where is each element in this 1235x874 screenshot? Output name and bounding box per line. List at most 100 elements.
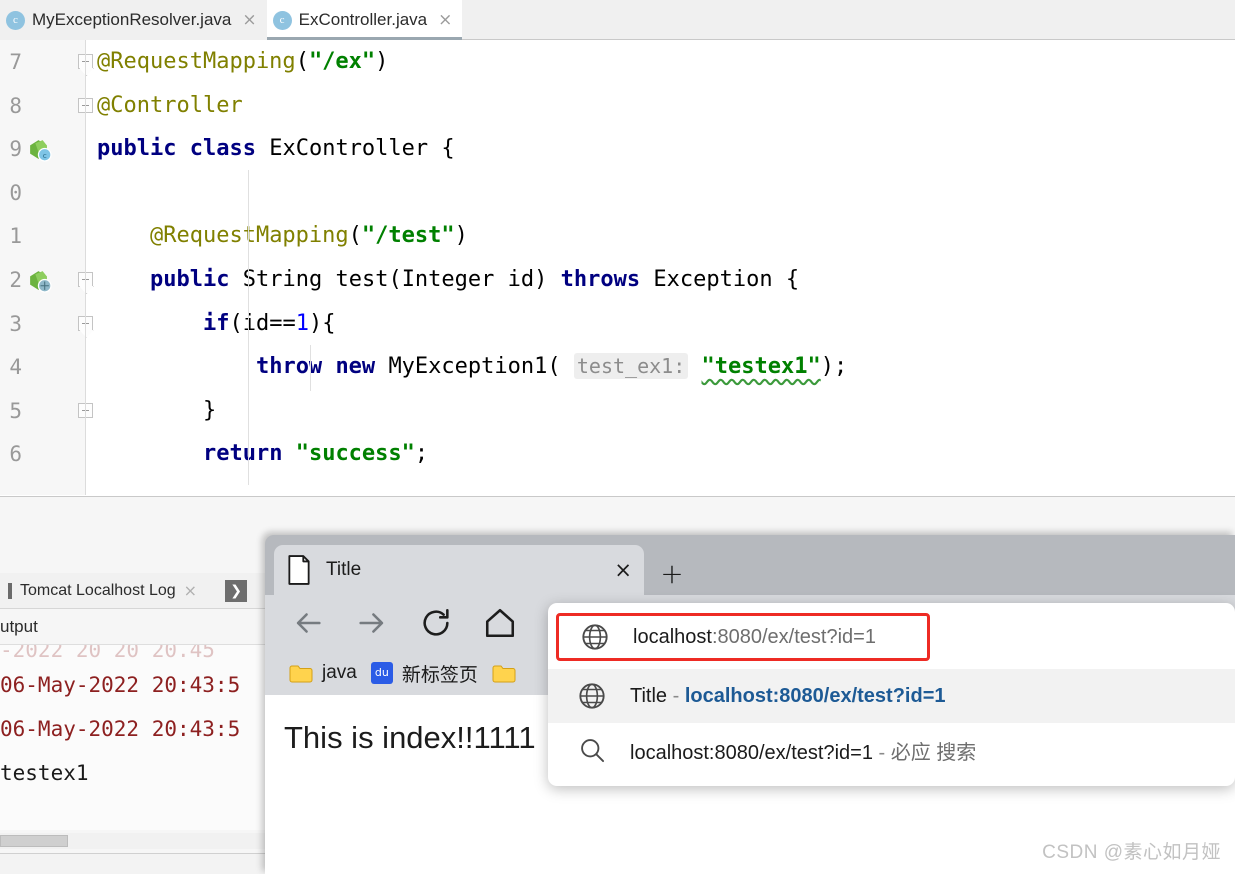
type-token: Exception: [653, 266, 773, 292]
suggestion-row-search[interactable]: localhost:8080/ex/test?id=1 - 必应 搜索: [548, 723, 1235, 777]
address-value-host: localhost: [633, 625, 712, 648]
new-tab-button[interactable]: +: [654, 557, 690, 593]
address-value-path: :8080/ex/test?id=1: [711, 625, 876, 648]
brace-token: }: [202, 397, 217, 423]
brace-token: {: [441, 136, 455, 162]
gutter-row: 0: [0, 171, 85, 215]
gutter-row: 7: [0, 40, 93, 84]
keyword-token: return: [202, 441, 283, 467]
editor-tab-myexceptionresolver[interactable]: c MyExceptionResolver.java ×: [0, 0, 267, 40]
spring-bean-icon[interactable]: c: [27, 137, 52, 162]
log-tab-tomcat-localhost-log[interactable]: Tomcat Localhost Log ×: [0, 581, 205, 600]
log-output-label: utput: [0, 616, 38, 636]
globe-icon: [582, 624, 608, 650]
log-tab-label: Tomcat Localhost Log: [20, 581, 176, 599]
reload-icon[interactable]: [419, 606, 453, 640]
suggestion-url: localhost:8080/ex/test?id=1: [684, 684, 946, 707]
code-editor[interactable]: 7 8 9 c 0 1 2 3 4 5 6 @RequestMapping("/…: [0, 40, 1235, 495]
page-icon: [288, 555, 310, 585]
editor-tab-excontroller[interactable]: c ExController.java ×: [266, 0, 463, 40]
type-token: String: [242, 266, 323, 292]
back-arrow-icon[interactable]: [291, 606, 325, 640]
address-bar-input[interactable]: localhost:8080/ex/test?id=1: [556, 613, 930, 661]
punctuation-token: );: [820, 354, 848, 380]
keyword-token: throws: [560, 266, 641, 292]
brace-token: ){: [308, 310, 336, 336]
keyword-token: class: [189, 136, 256, 162]
suggestion-title: Title: [630, 684, 668, 707]
address-bar-suggestions-dropdown[interactable]: localhost:8080/ex/test?id=1 Title - loca…: [548, 603, 1235, 786]
log-tab-marker-icon: [8, 582, 12, 599]
editor-gutter[interactable]: 7 8 9 c 0 1 2 3 4 5 6: [0, 40, 93, 495]
code-line[interactable]: return "success";: [88, 432, 1235, 476]
code-lines[interactable]: @RequestMapping("/ex") @Controller publi…: [88, 40, 1235, 495]
indent-guide: [248, 170, 249, 485]
gutter-row: 4: [0, 345, 85, 389]
keyword-token: public: [149, 266, 230, 292]
forward-arrow-icon[interactable]: [355, 606, 389, 640]
expand-chevron-icon[interactable]: ❯: [225, 579, 248, 602]
parameter-hint: test_ex1:: [573, 353, 689, 380]
bookmark-label: 新标签页: [401, 664, 478, 686]
editor-tab-label: MyExceptionResolver.java: [32, 10, 232, 29]
suggestion-row-title[interactable]: Title - localhost:8080/ex/test?id=1: [548, 669, 1235, 723]
gutter-row: 5: [0, 389, 93, 433]
line-number: 2: [9, 267, 22, 292]
code-line[interactable]: @Controller: [88, 84, 1235, 128]
line-number: 1: [9, 224, 22, 249]
suggestion-query: localhost:8080/ex/test?id=1: [630, 741, 873, 764]
line-number: 8: [9, 93, 22, 118]
close-icon[interactable]: ×: [242, 11, 256, 29]
suggestion-dash: -: [872, 741, 891, 764]
csdn-watermark: CSDN @素心如月娅: [1042, 842, 1221, 863]
keyword-token: new: [335, 354, 376, 380]
code-line[interactable]: public class ExController {: [88, 127, 1235, 171]
bookmark-new-tab-page[interactable]: du 新标签页: [370, 660, 478, 687]
indent-guide: [310, 345, 311, 391]
spring-request-mapping-icon[interactable]: [27, 268, 52, 293]
line-number: 0: [9, 180, 22, 205]
gutter-row: 9 c: [0, 127, 85, 171]
gutter-row: 8: [0, 84, 93, 128]
code-line[interactable]: if(id==1){: [88, 302, 1235, 346]
string-token: "/test": [361, 223, 455, 249]
browser-tab-title[interactable]: Title ×: [274, 545, 644, 595]
identifier-token: id: [507, 266, 535, 292]
home-icon[interactable]: [483, 606, 517, 640]
code-line[interactable]: public String test(Integer id) throws Ex…: [88, 258, 1235, 302]
log-horizontal-scrollbar-thumb[interactable]: [0, 835, 68, 847]
brace-token: {: [785, 266, 800, 292]
keyword-token: if: [202, 310, 230, 336]
browser-tab-strip: Title × +: [265, 545, 1235, 595]
editor-tab-label: ExController.java: [298, 10, 428, 29]
code-line[interactable]: }: [88, 389, 1235, 433]
line-number: 4: [9, 355, 22, 380]
gutter-row: 3: [0, 302, 93, 346]
keyword-token: public: [97, 136, 177, 162]
close-icon[interactable]: ×: [614, 558, 632, 582]
code-line[interactable]: @RequestMapping("/ex"): [88, 40, 1235, 84]
type-token: MyException1(: [388, 354, 561, 380]
line-number: 3: [9, 311, 22, 336]
close-icon[interactable]: ×: [184, 581, 197, 600]
gutter-divider: [85, 40, 86, 495]
line-number: 9: [9, 137, 22, 162]
editor-tab-bar: c MyExceptionResolver.java × c ExControl…: [0, 0, 1235, 40]
close-icon[interactable]: ×: [438, 11, 452, 29]
string-token: "success": [295, 441, 415, 467]
code-line[interactable]: throw new MyException1( test_ex1: "teste…: [88, 345, 1235, 389]
bookmark-java[interactable]: java: [289, 662, 357, 684]
globe-icon: [579, 683, 605, 709]
bookmark-label: java: [322, 662, 357, 683]
string-token: "/ex": [308, 49, 376, 74]
type-token: Integer: [401, 266, 495, 292]
number-token: 1: [295, 310, 309, 336]
identifier-token: ExController: [269, 136, 429, 162]
line-number: 5: [9, 398, 22, 423]
string-token: "testex1": [701, 354, 821, 380]
code-line-empty[interactable]: [88, 171, 1235, 215]
suggestion-dash: -: [667, 684, 685, 707]
bookmark-folder[interactable]: [492, 664, 525, 683]
search-icon: [581, 739, 605, 763]
code-line[interactable]: @RequestMapping("/test"): [88, 214, 1235, 258]
